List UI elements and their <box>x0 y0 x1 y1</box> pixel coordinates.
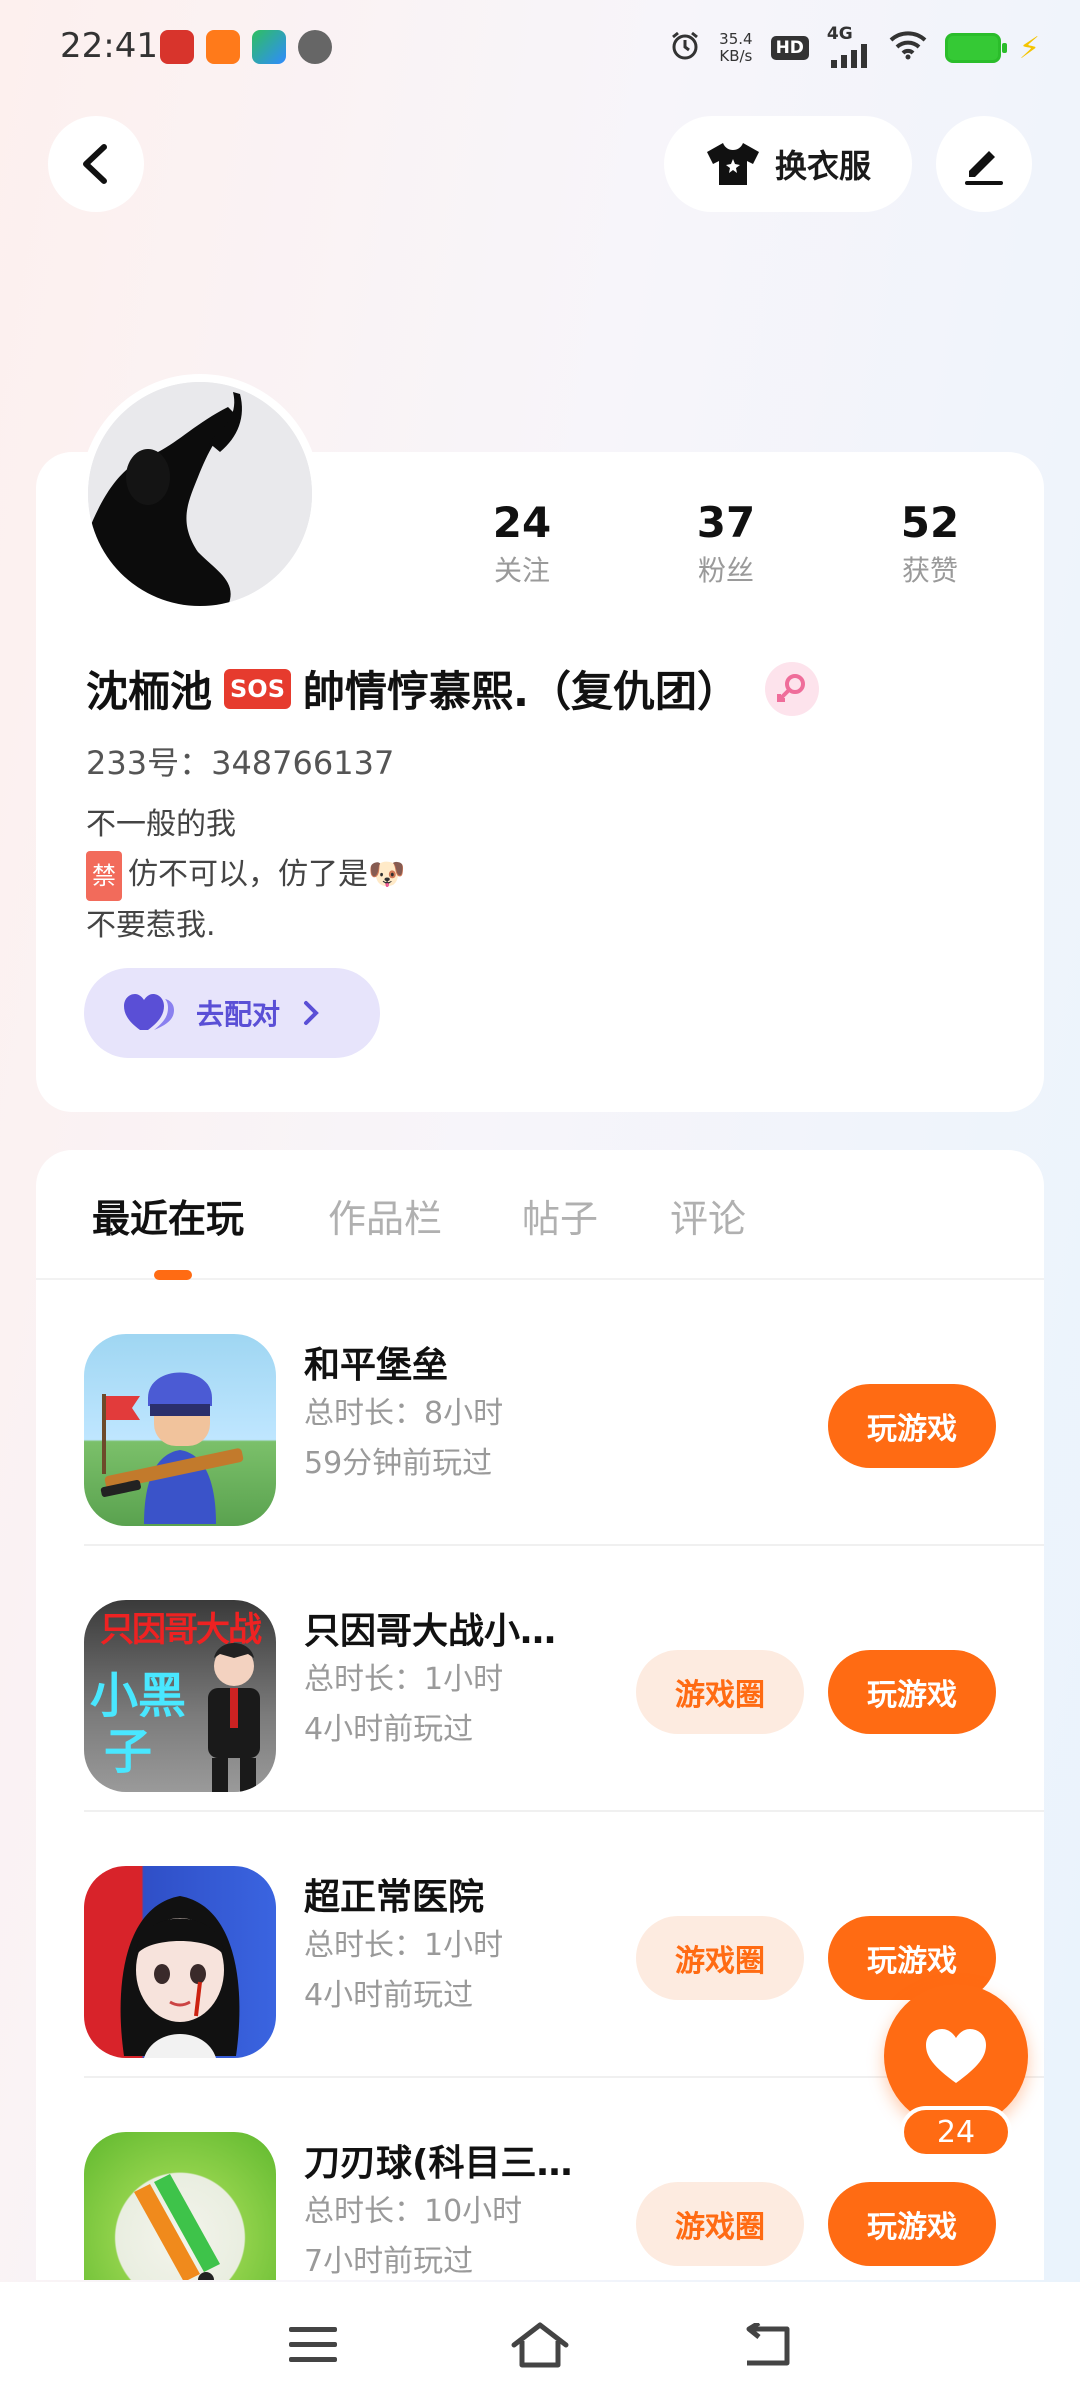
chevron-right-icon <box>304 1001 319 1025</box>
game-circle-button[interactable]: 游戏圈 <box>636 1650 804 1734</box>
sos-emoji-badge: SOS <box>224 668 291 709</box>
app-notification-icon <box>252 30 286 64</box>
net-speed: 35.4 KB/s <box>719 31 752 65</box>
game-duration: 总时长：1小时 <box>304 1928 504 1963</box>
hearts-icon <box>124 994 174 1030</box>
pen-icon <box>965 151 1003 185</box>
back-icon <box>746 2323 790 2366</box>
game-last-played: 7小时前玩过 <box>304 2244 474 2279</box>
game-duration: 总时长：8小时 <box>304 1396 504 1431</box>
tab-works[interactable]: 作品栏 <box>328 1188 442 1243</box>
avatar-image <box>88 382 312 606</box>
net-speed-unit: KB/s <box>719 47 753 65</box>
game-last-played: 59分钟前玩过 <box>304 1446 493 1481</box>
signal-indicator: 4G <box>827 24 871 68</box>
game-circle-button[interactable]: 游戏圈 <box>636 1916 804 2000</box>
change-outfit-label: 换衣服 <box>774 147 871 185</box>
tshirt-icon <box>706 143 759 185</box>
game-icon <box>84 1866 276 2058</box>
like-count: 24 <box>900 2106 1012 2158</box>
game-row[interactable]: 刀刃球(科目三… 总时长：10小时 7小时前玩过 游戏圈 玩游戏 <box>36 2078 1044 2280</box>
edit-profile-button[interactable] <box>936 116 1032 212</box>
back-button[interactable] <box>48 116 144 212</box>
following-stat[interactable]: 24 关注 <box>442 494 602 590</box>
signal-label: 4G <box>826 24 853 44</box>
game-circle-button[interactable]: 游戏圈 <box>636 2182 804 2266</box>
avatar[interactable] <box>80 374 320 614</box>
status-bar: 22:41 35.4 KB/s HD 4G ⚡ <box>0 0 1080 96</box>
game-title: 和平堡垒 <box>304 1345 449 1386</box>
tab-comments[interactable]: 评论 <box>670 1188 746 1243</box>
game-row[interactable]: 和平堡垒 总时长：8小时 59分钟前玩过 玩游戏 <box>36 1280 1044 1546</box>
net-speed-value: 35.4 <box>719 30 753 48</box>
play-game-button[interactable]: 玩游戏 <box>828 1384 996 1468</box>
bio-line: 禁仿不可以，仿了是🐶 <box>86 850 405 901</box>
game-duration: 总时长：1小时 <box>304 1662 504 1697</box>
wifi-icon <box>889 30 927 66</box>
bio: 不一般的我 禁仿不可以，仿了是🐶 不要惹我. <box>86 800 405 951</box>
game-icon: 只因哥大战 小黑 子 <box>84 1600 276 1792</box>
ban-emoji-badge: 禁 <box>86 851 122 901</box>
bio-line: 不一般的我 <box>86 807 236 842</box>
game-title: 超正常医院 <box>304 1877 485 1918</box>
change-outfit-button[interactable]: 换衣服 <box>664 116 912 212</box>
username-part2: 帥情悙慕熙.（复仇团） <box>303 667 739 716</box>
alarm-icon <box>669 29 701 67</box>
tab-recent-play[interactable]: 最近在玩 <box>92 1188 244 1243</box>
system-nav-bar <box>0 2282 1080 2408</box>
followers-count: 37 <box>696 498 756 547</box>
play-game-button[interactable]: 玩游戏 <box>828 2182 996 2266</box>
likes-stat[interactable]: 52 获赞 <box>850 494 1010 590</box>
tab-indicator <box>154 1270 192 1280</box>
game-last-played: 4小时前玩过 <box>304 1978 474 2013</box>
likes-count: 52 <box>900 498 960 547</box>
game-row[interactable]: 只因哥大战 小黑 子 只因哥大战小… 总时长：1小时 4小时前玩过 游戏圈 玩游… <box>36 1546 1044 1812</box>
game-duration: 总时长：10小时 <box>304 2194 523 2229</box>
status-right: 35.4 KB/s HD 4G ⚡ <box>669 24 1040 70</box>
user-id: 233号：348766137 <box>86 744 395 782</box>
game-icon <box>84 2132 276 2280</box>
app-notification-icon <box>206 30 240 64</box>
followers-stat[interactable]: 37 粉丝 <box>646 494 806 590</box>
games-card: 最近在玩 作品栏 帖子 评论 和平堡垒 总时长：8小时 59分钟前玩过 玩游戏 <box>36 1150 1044 2280</box>
username-part1: 沈栭池 <box>86 667 213 716</box>
status-time: 22:41 <box>60 26 158 66</box>
followers-label: 粉丝 <box>697 554 754 587</box>
match-button[interactable]: 去配对 <box>84 968 380 1058</box>
app-notification-icon <box>160 30 194 64</box>
message-icon <box>298 30 332 64</box>
game-icon-text: 子 <box>104 1724 153 1780</box>
game-title: 刀刃球(科目三… <box>304 2143 573 2184</box>
tab-bar: 最近在玩 作品栏 帖子 评论 <box>36 1150 1044 1280</box>
likes-label: 获赞 <box>901 554 958 587</box>
back-nav-button[interactable] <box>727 2305 807 2385</box>
menu-icon <box>289 2327 338 2362</box>
following-label: 关注 <box>493 554 550 587</box>
home-button[interactable] <box>500 2305 580 2385</box>
game-icon <box>84 1334 276 1526</box>
username: 沈栭池 SOS 帥情悙慕熙.（复仇团） <box>86 658 819 719</box>
match-label: 去配对 <box>196 998 281 1031</box>
chevron-left-icon <box>83 144 107 184</box>
home-icon <box>511 2322 569 2368</box>
battery-icon <box>944 33 1007 63</box>
game-last-played: 4小时前玩过 <box>304 1712 474 1747</box>
tab-posts[interactable]: 帖子 <box>522 1188 598 1243</box>
bio-line: 不要惹我. <box>86 908 216 943</box>
hd-badge: HD <box>770 36 809 60</box>
menu-button[interactable] <box>273 2305 353 2385</box>
game-title: 只因哥大战小… <box>304 1611 557 1652</box>
bio-line-text: 仿不可以，仿了是🐶 <box>128 857 406 892</box>
heart-icon <box>926 2029 986 2083</box>
following-count: 24 <box>492 498 552 547</box>
female-icon <box>764 661 819 716</box>
charging-icon: ⚡ <box>1018 30 1040 66</box>
play-game-button[interactable]: 玩游戏 <box>828 1650 996 1734</box>
